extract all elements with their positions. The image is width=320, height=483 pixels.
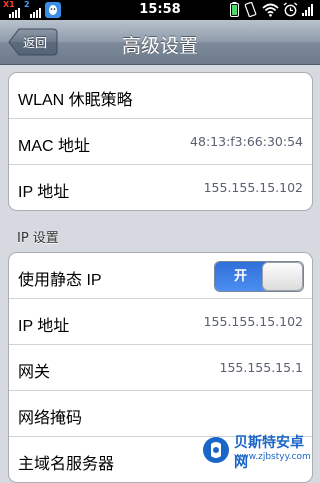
static-ip-address-row[interactable]: IP 地址 155.155.15.102 — [9, 299, 312, 345]
signal-bars-icon — [302, 4, 313, 16]
navigation-bar: 返回 高级设置 — [0, 20, 320, 65]
static-ip-address-label: IP 地址 — [18, 318, 70, 335]
site-watermark: 贝斯特安卓网 www.zjbstyy.com — [198, 430, 316, 472]
watermark-logo-icon — [203, 437, 229, 463]
mac-address-row: MAC 地址 48:13:f3:66:30:54 — [9, 119, 312, 165]
ip-settings-section-header: IP 设置 — [17, 231, 59, 246]
static-ip-row: 使用静态 IP 开 — [9, 253, 312, 299]
battery-icon — [230, 2, 239, 17]
ip-address-info-value: 155.155.15.102 — [203, 180, 303, 195]
status-icons — [230, 2, 316, 17]
page-title: 高级设置 — [121, 35, 198, 57]
netmask-label: 网络掩码 — [18, 410, 83, 427]
static-ip-label: 使用静态 IP — [18, 272, 102, 289]
watermark-url: www.zjbstyy.com — [234, 452, 311, 462]
wifi-icon — [262, 3, 279, 17]
gateway-label: 网关 — [18, 364, 51, 381]
wlan-sleep-policy-row[interactable]: WLAN 休眠策略 — [9, 73, 312, 119]
status-bar: X1 2 15:58 — [0, 0, 320, 20]
static-ip-toggle[interactable]: 开 — [214, 261, 304, 292]
vibrate-icon — [244, 2, 257, 17]
gateway-value: 155.155.15.1 — [219, 360, 304, 375]
mac-address-value: 48:13:f3:66:30:54 — [190, 134, 303, 149]
toggle-on-label: 开 — [215, 262, 266, 291]
alarm-clock-icon — [283, 2, 298, 17]
ip-address-info-label: IP 地址 — [18, 184, 70, 201]
primary-dns-label: 主域名服务器 — [18, 456, 115, 473]
mac-address-label: MAC 地址 — [18, 138, 91, 155]
ip-address-info-row: IP 地址 155.155.15.102 — [9, 165, 312, 210]
gateway-row[interactable]: 网关 155.155.15.1 — [9, 345, 312, 391]
wifi-info-group: WLAN 休眠策略 MAC 地址 48:13:f3:66:30:54 IP 地址… — [8, 72, 313, 211]
wlan-sleep-policy-label: WLAN 休眠策略 — [18, 92, 133, 109]
static-ip-address-value: 155.155.15.102 — [203, 314, 303, 329]
toggle-knob — [262, 262, 303, 291]
